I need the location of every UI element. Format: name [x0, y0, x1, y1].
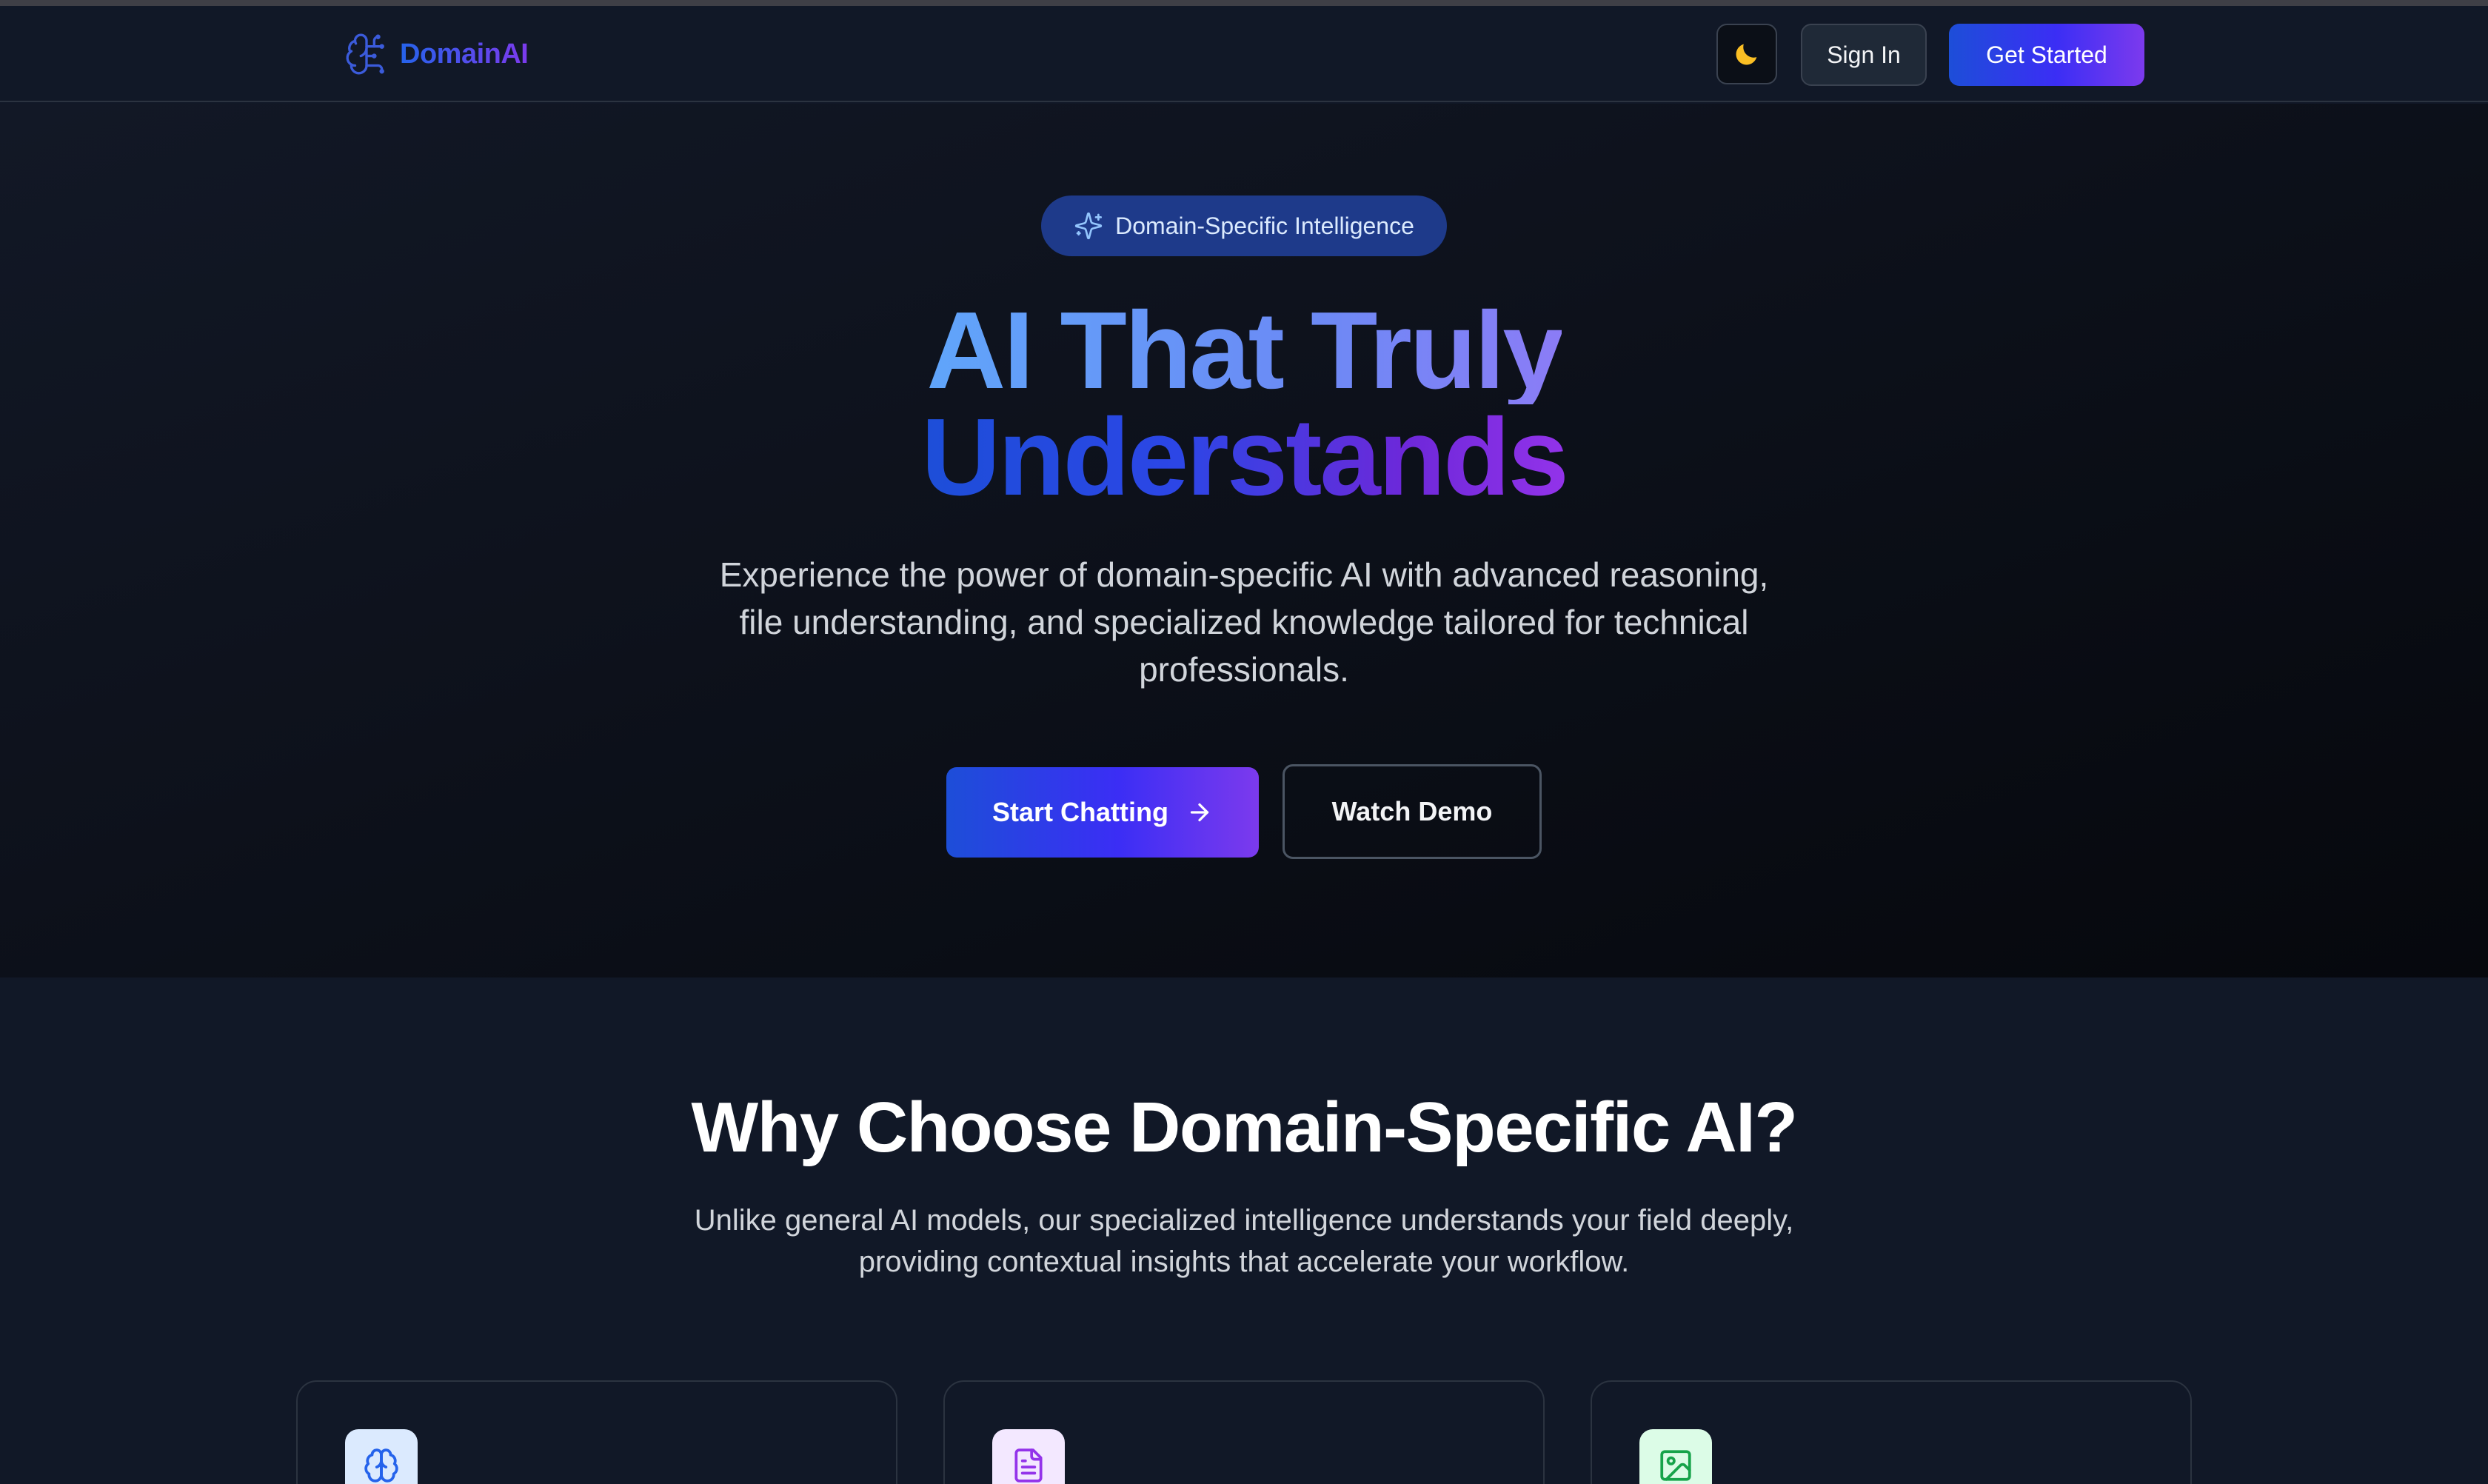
hero-section: Domain-Specific Intelligence AI That Tru…	[0, 104, 2488, 977]
feature-card-files	[943, 1380, 1545, 1484]
watch-demo-button[interactable]: Watch Demo	[1283, 764, 1542, 859]
get-started-button[interactable]: Get Started	[1949, 24, 2144, 86]
features-title: Why Choose Domain-Specific AI?	[691, 1088, 1798, 1167]
feature-icon-badge	[345, 1429, 418, 1484]
navbar: DomainAI Sign In Get Started	[0, 6, 2488, 102]
hero-badge-label: Domain-Specific Intelligence	[1115, 212, 1414, 239]
feature-card-reasoning	[296, 1380, 897, 1484]
moon-icon	[1736, 44, 1757, 65]
page: DomainAI Sign In Get Started Domain-Spec…	[0, 0, 2488, 1484]
hero-title: AI That Truly Understands	[0, 290, 2488, 518]
file-text-icon	[1014, 1448, 1043, 1483]
theme-toggle-button[interactable]	[1716, 24, 1777, 84]
hero-title-line2: Understands	[921, 396, 1569, 518]
brand-logo[interactable]: DomainAI	[344, 31, 529, 77]
features-section: Why Choose Domain-Specific AI? Unlike ge…	[0, 977, 2488, 1484]
brand-name: DomainAI	[400, 38, 529, 70]
feature-icon-badge	[992, 1429, 1065, 1484]
arrow-right-icon	[1190, 803, 1209, 822]
feature-card-images	[1591, 1380, 2192, 1484]
sign-in-button[interactable]: Sign In	[1801, 24, 1927, 86]
brain-circuit-icon	[346, 33, 384, 75]
brain-icon	[364, 1448, 398, 1483]
window-top-strip	[0, 0, 2488, 6]
start-chatting-label: Start Chatting	[992, 797, 1168, 827]
hero-subtitle: Experience the power of domain-specific …	[719, 555, 1769, 689]
image-icon	[1660, 1450, 1691, 1481]
features-subtitle: Unlike general AI models, our specialize…	[694, 1204, 1794, 1278]
start-chatting-button[interactable]: Start Chatting	[946, 767, 1259, 858]
hero-badge: Domain-Specific Intelligence	[1041, 195, 1447, 256]
feature-icon-badge	[1639, 1429, 1712, 1484]
sparkles-icon	[1074, 212, 1103, 240]
hero-title-line1: AI That Truly	[926, 290, 1563, 412]
